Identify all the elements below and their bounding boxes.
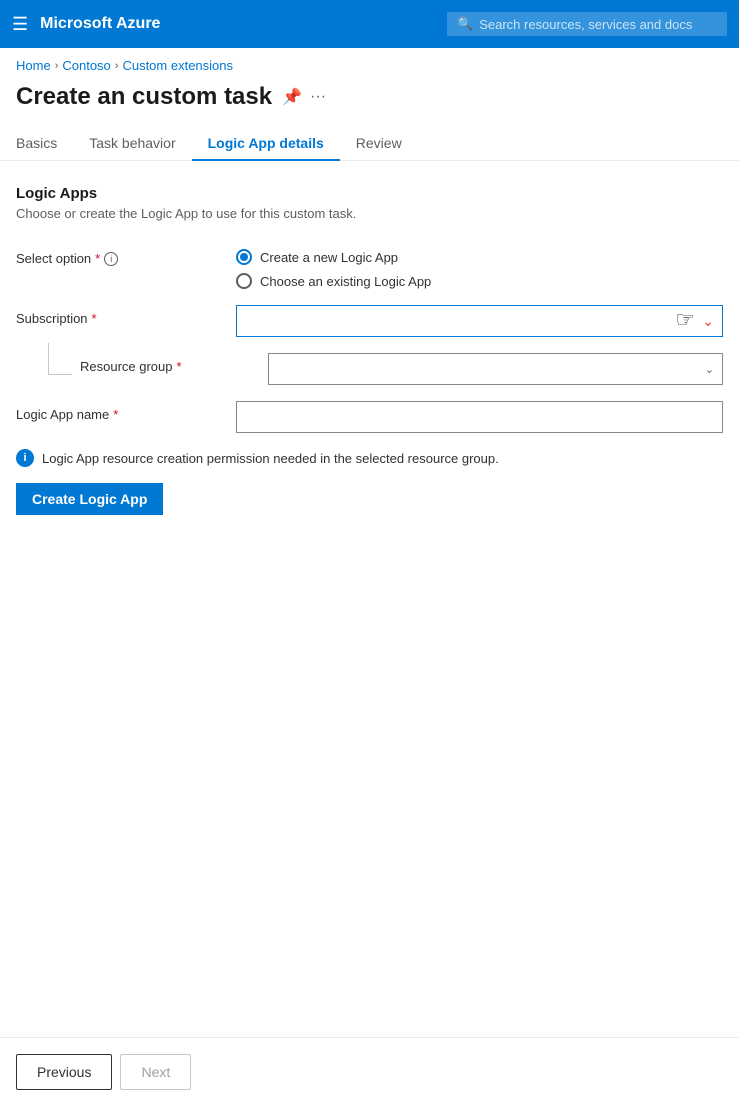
search-input[interactable]	[479, 17, 717, 32]
resource-group-input-wrap: ⌄	[268, 353, 723, 385]
radio-create-new[interactable]: Create a new Logic App	[236, 249, 723, 265]
resource-group-label: Resource group *	[80, 353, 268, 374]
radio-create-new-circle[interactable]	[236, 249, 252, 265]
section-title: Logic Apps	[16, 185, 723, 202]
tab-basics[interactable]: Basics	[16, 127, 73, 161]
top-navigation: ☰ Microsoft Azure 🔍	[0, 0, 739, 48]
breadcrumb-sep-2: ›	[115, 60, 119, 72]
logic-app-name-input[interactable]	[236, 401, 723, 433]
info-message-icon: i	[16, 449, 34, 467]
breadcrumb-contoso[interactable]: Contoso	[62, 58, 110, 73]
select-option-row: Select option * i Create a new Logic App…	[16, 245, 723, 289]
breadcrumb-home[interactable]: Home	[16, 58, 51, 73]
radio-group: Create a new Logic App Choose an existin…	[236, 245, 723, 289]
select-option-label: Select option * i	[16, 245, 236, 266]
breadcrumb: Home › Contoso › Custom extensions	[0, 48, 739, 79]
radio-create-label: Create a new Logic App	[260, 250, 398, 265]
resource-group-dropdown[interactable]: ⌄	[268, 353, 723, 385]
search-icon: 🔍	[457, 16, 473, 32]
subscription-chevron-icon: ⌄	[702, 313, 714, 330]
header-icons: 📌 ···	[282, 87, 326, 107]
resource-group-required: *	[177, 359, 182, 374]
azure-logo-title: Microsoft Azure	[40, 15, 160, 33]
tab-logic-app-details[interactable]: Logic App details	[192, 127, 340, 161]
search-bar[interactable]: 🔍	[447, 12, 727, 36]
hamburger-icon[interactable]: ☰	[12, 14, 28, 35]
more-options-icon[interactable]: ···	[310, 88, 326, 106]
resource-group-row: Resource group * ⌄	[16, 353, 723, 385]
info-message-text: Logic App resource creation permission n…	[42, 451, 499, 466]
previous-button[interactable]: Previous	[16, 1054, 112, 1090]
footer: Previous Next	[0, 1037, 739, 1106]
subscription-dropdown[interactable]: ⌄	[236, 305, 723, 337]
subscription-required: *	[92, 311, 97, 326]
page-title: Create an custom task	[16, 83, 272, 111]
radio-existing[interactable]: Choose an existing Logic App	[236, 273, 723, 289]
radio-existing-circle[interactable]	[236, 273, 252, 289]
breadcrumb-custom-extensions[interactable]: Custom extensions	[122, 58, 233, 73]
tab-task-behavior[interactable]: Task behavior	[73, 127, 191, 161]
resource-group-chevron-icon: ⌄	[705, 363, 714, 376]
logic-app-name-required: *	[113, 407, 118, 422]
info-message: i Logic App resource creation permission…	[16, 449, 723, 467]
next-button[interactable]: Next	[120, 1054, 191, 1090]
main-content: Logic Apps Choose or create the Logic Ap…	[0, 161, 739, 1037]
create-logic-app-button[interactable]: Create Logic App	[16, 483, 163, 515]
logic-app-name-row: Logic App name *	[16, 401, 723, 433]
page-header: Create an custom task 📌 ···	[0, 79, 739, 127]
info-tooltip-icon[interactable]: i	[104, 252, 118, 266]
tab-review[interactable]: Review	[340, 127, 418, 161]
breadcrumb-sep-1: ›	[55, 60, 59, 72]
subscription-row: Subscription * ⌄ ☞	[16, 305, 723, 337]
logic-app-name-input-wrap	[236, 401, 723, 433]
radio-existing-label: Choose an existing Logic App	[260, 274, 431, 289]
subscription-label: Subscription *	[16, 305, 236, 326]
pin-icon[interactable]: 📌	[282, 87, 302, 107]
section-description: Choose or create the Logic App to use fo…	[16, 206, 723, 221]
tab-bar: Basics Task behavior Logic App details R…	[0, 127, 739, 161]
subscription-input-wrap: ⌄ ☞	[236, 305, 723, 337]
logic-app-name-label: Logic App name *	[16, 401, 236, 422]
required-asterisk: *	[95, 251, 100, 266]
indent-connector	[48, 343, 72, 375]
